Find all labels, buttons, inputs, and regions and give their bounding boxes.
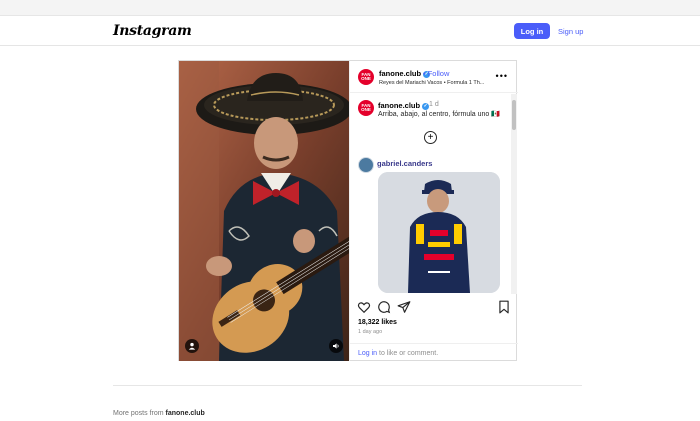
add-icon[interactable]: +: [424, 131, 437, 144]
caption-username[interactable]: fanone.club ✓: [378, 101, 430, 110]
post-actions: [350, 297, 518, 317]
post-card: FAN ONE fanone.club ✓ • Follow Reyes del …: [178, 60, 518, 361]
top-navbar: Instagram Log in Sign up: [0, 16, 700, 46]
follow-button[interactable]: • Follow: [423, 69, 449, 78]
user-tag-icon[interactable]: [185, 339, 199, 353]
post-time-ago: 1 day ago: [358, 329, 383, 335]
reply-avatar[interactable]: [358, 157, 374, 173]
reply-image[interactable]: [378, 172, 500, 293]
mariachi-image: [179, 61, 349, 361]
login-button[interactable]: Log in: [514, 23, 550, 39]
sound-icon[interactable]: [329, 339, 343, 353]
share-icon[interactable]: [397, 300, 411, 314]
login-link[interactable]: Log in: [358, 350, 377, 357]
fanone-avatar[interactable]: FAN ONE: [358, 69, 374, 85]
comments-section[interactable]: FAN ONE fanone.club ✓ 1 d Arriba, abajo, …: [350, 94, 518, 294]
caption-text: Arriba, abajo, al centro, fórmula uno 🇲🇽: [378, 111, 500, 118]
comment-login-bar: Log in to like or comment.: [350, 343, 518, 361]
post-audio-subtitle[interactable]: Reyes del Mariachi Vacos • Formula 1 Th.…: [379, 80, 496, 86]
section-divider: [113, 385, 582, 386]
bookmark-icon[interactable]: [497, 300, 511, 314]
caption-time: 1 d: [429, 101, 439, 108]
scroll-thumb[interactable]: [512, 100, 516, 130]
more-posts-heading: More posts from fanone.club: [113, 410, 205, 417]
author-name[interactable]: fanone.club: [379, 69, 421, 78]
comment-login-prompt: Log in to like or comment.: [358, 350, 438, 357]
post-sidebar: FAN ONE fanone.club ✓ • Follow Reyes del …: [349, 61, 518, 361]
signup-link[interactable]: Sign up: [558, 27, 583, 36]
likes-count[interactable]: 18,322 likes: [358, 319, 397, 326]
more-posts-prefix: More posts from: [113, 410, 166, 417]
comment-prompt-text: to like or comment.: [377, 350, 439, 357]
driver-photo: [378, 172, 500, 293]
comments-scrollbar[interactable]: [511, 94, 517, 294]
browser-top-strip: [0, 0, 700, 16]
more-posts-user[interactable]: fanone.club: [166, 410, 205, 417]
post-header: FAN ONE fanone.club ✓ • Follow Reyes del …: [350, 61, 518, 93]
caption-avatar[interactable]: FAN ONE: [358, 100, 374, 116]
reply-username[interactable]: gabriel.canders: [377, 159, 432, 168]
caption-user[interactable]: fanone.club: [378, 101, 420, 110]
post-video[interactable]: [179, 61, 349, 361]
instagram-logo[interactable]: Instagram: [113, 23, 192, 39]
heart-icon[interactable]: [357, 300, 371, 314]
more-options-icon[interactable]: •••: [496, 71, 508, 81]
comment-icon[interactable]: [377, 300, 391, 314]
